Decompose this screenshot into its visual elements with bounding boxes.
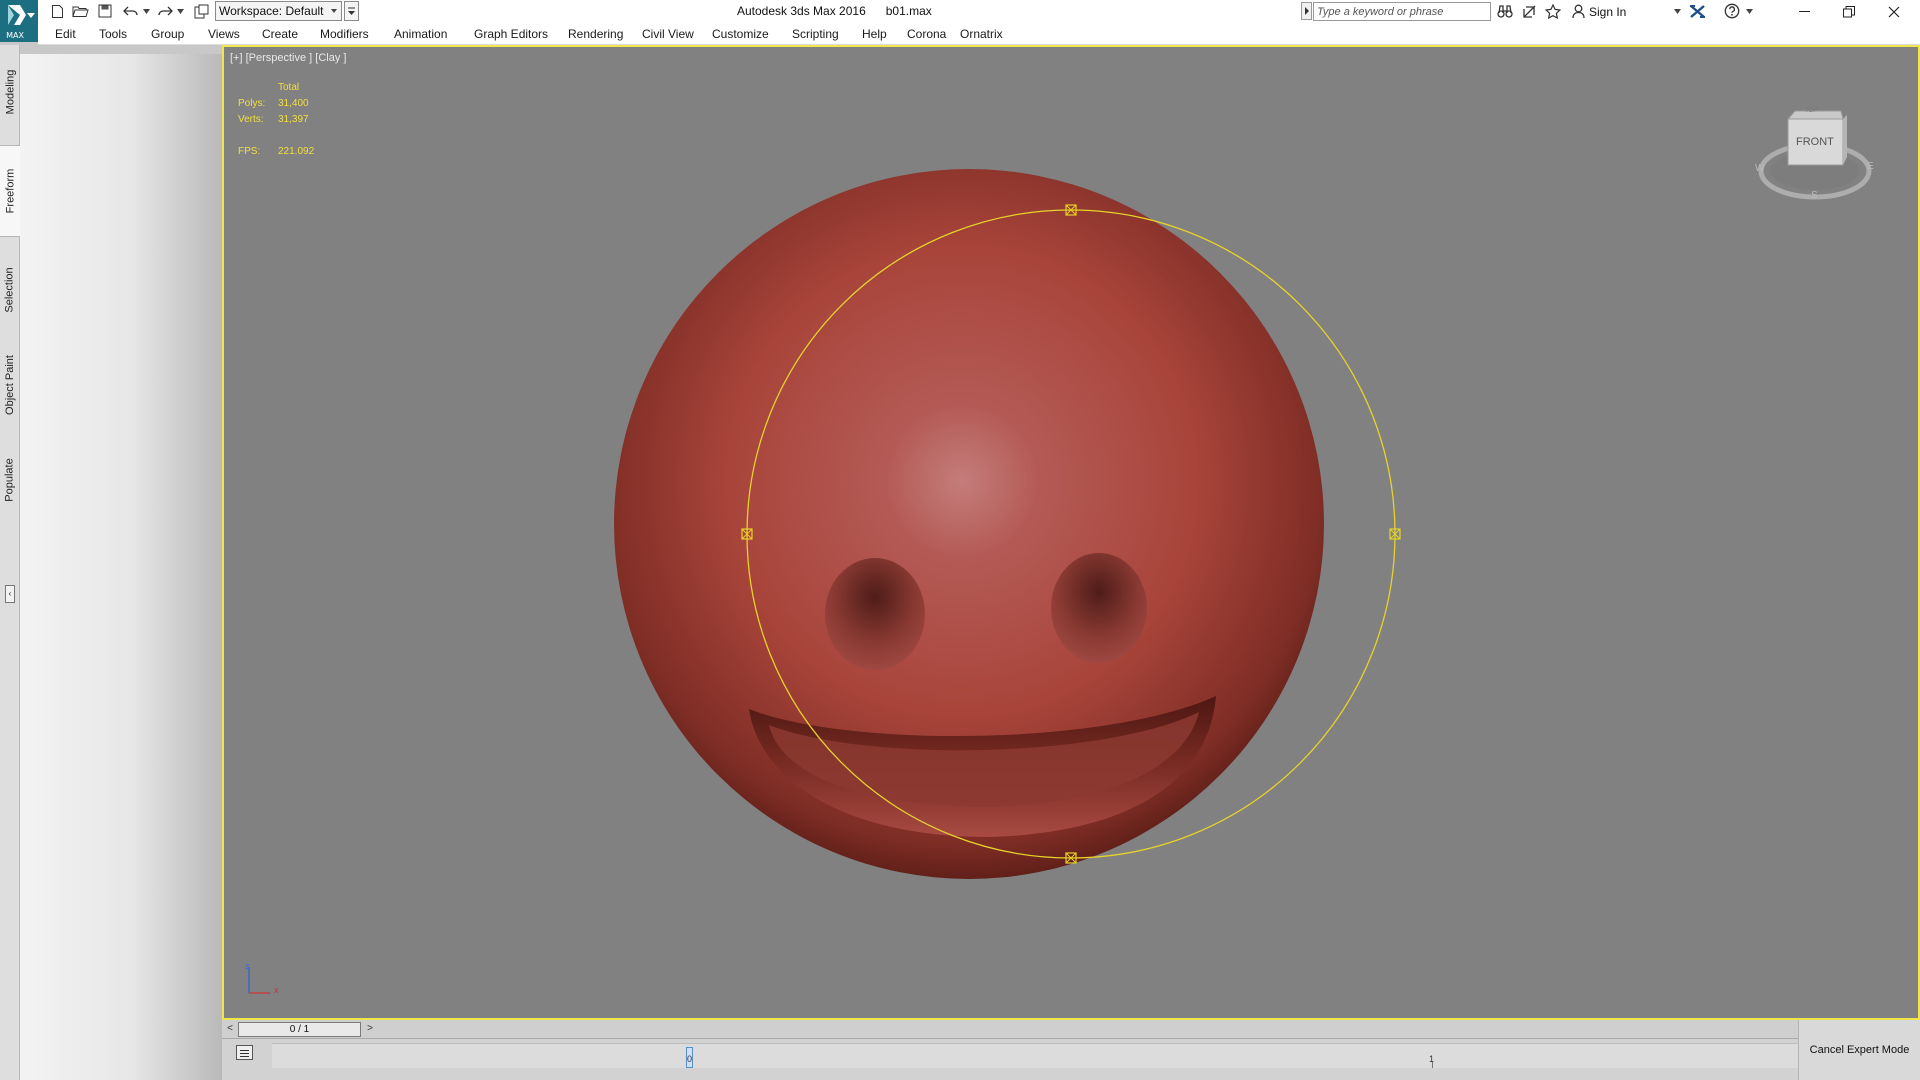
menu-group[interactable]: Group [151,27,184,41]
application-menu-button[interactable]: MAX [0,0,38,42]
close-button[interactable] [1871,0,1917,23]
time-prev-button[interactable]: < [223,1022,237,1037]
tab-modeling[interactable]: Modeling [0,57,20,127]
left-eye-socket [825,558,925,670]
menu-tools[interactable]: Tools [99,27,127,41]
menu-edit[interactable]: Edit [55,27,76,41]
menu-civil-view[interactable]: Civil View [642,27,694,41]
trackbar-row: 0 1 [222,1039,1798,1080]
help-dropdown-icon[interactable] [1744,2,1754,20]
open-file-icon[interactable] [70,2,90,20]
frame-end-label: 1 [1429,1054,1435,1064]
viewcube-front-face[interactable]: FRONT [1796,136,1834,148]
menu-views[interactable]: Views [208,27,240,41]
trackbar[interactable]: 0 1 [272,1043,1798,1068]
menu-scripting[interactable]: Scripting [792,27,839,41]
redo-icon[interactable] [154,2,176,20]
right-eye-socket [1051,553,1147,663]
menu-customize[interactable]: Customize [712,27,769,41]
project-folder-icon[interactable] [192,2,210,20]
search-input[interactable] [1313,2,1491,21]
app-menu-caret-icon [27,13,35,18]
tab-populate-label: Populate [4,458,16,502]
compass-south-label: S [1811,190,1818,201]
undo-dropdown-icon[interactable] [142,2,151,20]
minimize-button[interactable] [1781,0,1827,23]
cancel-expert-mode-button[interactable]: Cancel Expert Mode [1798,1020,1920,1080]
tab-selection[interactable]: Selection [0,245,20,335]
user-icon[interactable] [1569,2,1587,20]
viewcube-top-label: TOP [1805,108,1818,114]
sign-in-button[interactable]: Sign In [1589,5,1626,19]
logo-label: MAX [6,31,24,40]
help-icon[interactable] [1722,2,1742,20]
3ds-max-window: MAX Workspace: Default Autodesk 3ds Max … [0,0,1920,1080]
ribbon-toggle-button[interactable]: ‹ [5,585,15,603]
ribbon-panel [20,54,222,1080]
chevron-down-icon [331,9,337,13]
workspace-label: Workspace: Default [219,4,324,18]
time-next-button[interactable]: > [363,1022,377,1037]
menu-modifiers[interactable]: Modifiers [320,27,369,41]
ribbon-tabs: Modeling Freeform Selection Object Paint… [0,45,20,1080]
viewport-scene [248,169,1401,994]
tab-modeling-label: Modeling [4,69,17,115]
axis-x-label: x [274,985,279,995]
axis-z-label: z [245,961,250,971]
menu-corona[interactable]: Corona [907,27,946,41]
compass-east-label: E [1867,161,1874,172]
binoculars-icon[interactable] [1495,2,1515,20]
restore-button[interactable] [1826,0,1872,23]
undo-icon[interactable] [120,2,142,20]
tab-object-paint-label: Object Paint [4,355,17,415]
workspace-dropdown[interactable]: Workspace: Default [215,1,342,21]
tab-freeform[interactable]: Freeform [0,145,20,237]
menu-create[interactable]: Create [262,27,298,41]
menu-graph-editors[interactable]: Graph Editors [474,27,548,41]
menu-animation[interactable]: Animation [394,27,447,41]
menu-bar: Edit Tools Group Views Create Modifiers … [38,23,1920,45]
tab-freeform-label: Freeform [4,168,16,214]
compass-west-label: W [1755,163,1765,174]
perspective-viewport[interactable]: [+] [Perspective ] [Clay ] Total Polys: … [222,45,1920,1020]
new-file-icon[interactable] [48,2,66,20]
subscription-center-icon[interactable] [1519,2,1539,20]
sign-in-dropdown-icon[interactable] [1672,2,1682,20]
workspace-options-button[interactable] [344,1,359,21]
frame-start-label: 0 [686,1054,692,1064]
tab-selection-label: Selection [4,267,17,313]
autodesk-exchange-icon[interactable] [1686,2,1708,20]
axis-tripod [248,967,270,994]
redo-dropdown-icon[interactable] [176,2,185,20]
time-slider[interactable]: 0 / 1 [238,1022,361,1037]
menu-help[interactable]: Help [862,27,887,41]
title-bar: MAX Workspace: Default Autodesk 3ds Max … [0,0,1920,42]
time-slider-bar: < 0 / 1 > [222,1020,1798,1039]
max-logo-icon [8,5,26,25]
viewcube[interactable]: TOP FRONT W S E [1755,105,1875,205]
emoji-sphere-model[interactable] [614,169,1324,879]
curve-editor-icon[interactable] [236,1045,253,1060]
window-title: Autodesk 3ds Max 2016 b01.max [737,4,932,18]
menu-ornatrix[interactable]: Ornatrix [960,27,1003,41]
tab-object-paint[interactable]: Object Paint [0,340,20,430]
favorites-star-icon[interactable] [1543,2,1563,20]
infocenter-toggle-button[interactable] [1301,2,1312,20]
menu-rendering[interactable]: Rendering [568,27,623,41]
tab-populate[interactable]: Populate [0,435,20,525]
save-icon[interactable] [96,2,114,20]
